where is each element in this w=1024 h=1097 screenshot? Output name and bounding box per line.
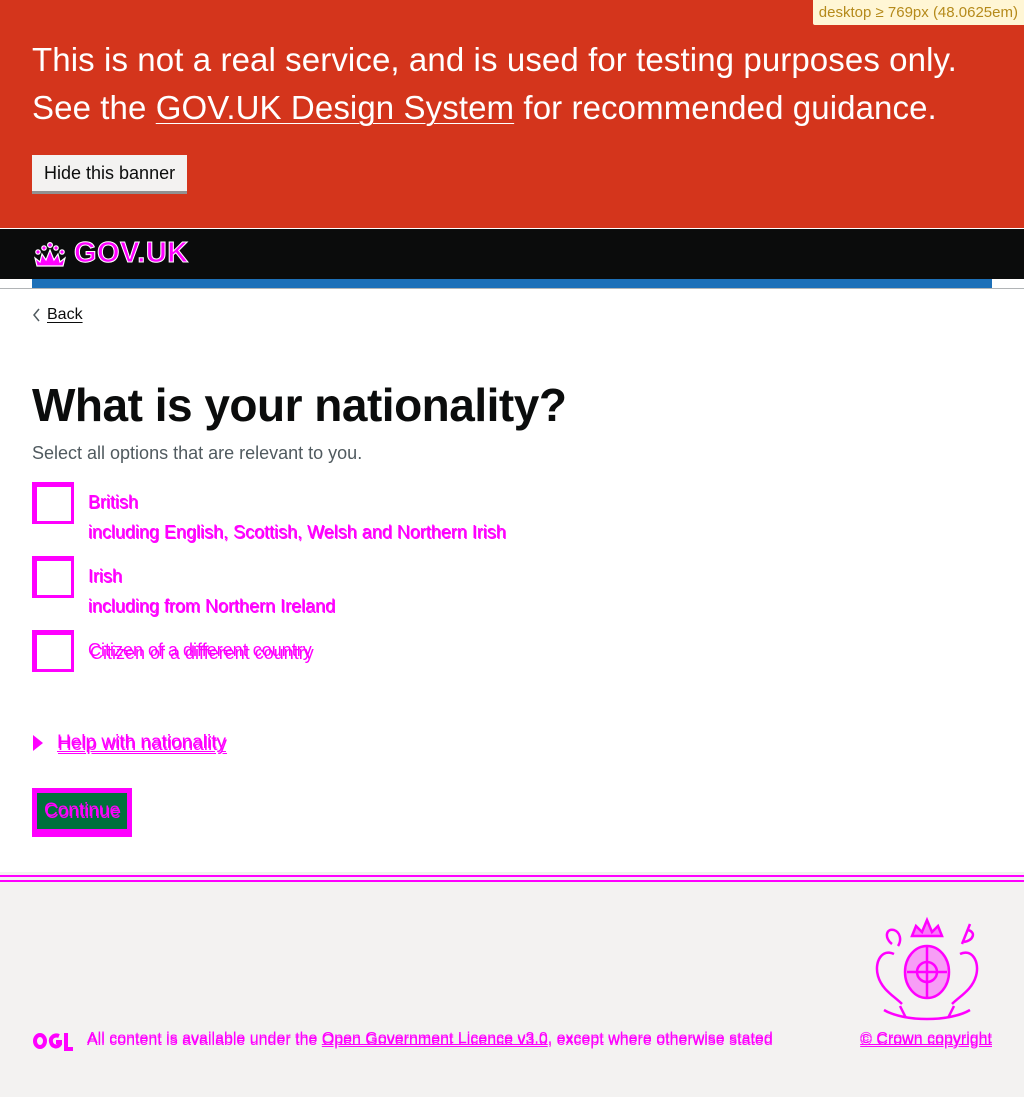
site-footer: All content is available under the Open … xyxy=(0,872,1024,1097)
nationality-help-details[interactable]: Help with nationality xyxy=(32,732,992,754)
licence-suffix: , except where otherwise stated xyxy=(547,1030,773,1047)
option-irish[interactable]: Irish including from Northern Ireland xyxy=(32,556,992,616)
header-blue-bar xyxy=(0,279,1024,290)
option-label: British xyxy=(88,492,139,512)
ogl-licence-link[interactable]: Open Government Licence v3.0 xyxy=(322,1030,548,1047)
option-hint: including English, Scottish, Welsh and N… xyxy=(88,522,506,542)
checkbox-other-country[interactable] xyxy=(32,630,74,672)
chevron-left-icon xyxy=(33,308,40,322)
licence-text: All content is available under the Open … xyxy=(87,1030,773,1048)
ogl-logo-icon xyxy=(33,1033,73,1051)
banner-line-2-prefix: See the xyxy=(32,89,156,126)
triangle-right-icon xyxy=(33,735,43,751)
banner-line-1: This is not a real service, and is used … xyxy=(32,41,957,78)
banner-line-2-suffix: for recommended guidance. xyxy=(514,89,937,126)
design-system-link[interactable]: GOV.UK Design System xyxy=(156,89,514,126)
footer-top-border xyxy=(0,872,1024,882)
royal-coat-of-arms-icon xyxy=(875,916,979,1021)
question-hint: Select all options that are relevant to … xyxy=(32,443,363,463)
option-british[interactable]: British including English, Scottish, Wel… xyxy=(32,482,992,542)
continue-button[interactable]: Continue xyxy=(32,788,133,837)
nationality-options: British including English, Scottish, Wel… xyxy=(32,482,992,674)
back-link[interactable]: Back xyxy=(32,306,83,324)
govuk-logo-link[interactable]: GOV.UK xyxy=(32,237,189,270)
checkbox-irish[interactable] xyxy=(32,556,74,598)
banner-text: This is not a real service, and is used … xyxy=(32,36,992,132)
option-other-country[interactable]: Citizen of a different country xyxy=(32,630,992,674)
site-header: GOV.UK xyxy=(0,228,1024,279)
back-link-label[interactable]: Back xyxy=(47,306,83,324)
breakpoint-badge: desktop ≥ 769px (48.0625em) xyxy=(812,0,1024,25)
option-hint: including from Northern Ireland xyxy=(88,596,336,616)
checkbox-british[interactable] xyxy=(32,482,74,524)
option-label: Irish xyxy=(88,566,123,586)
main-content: Back What is your nationality? Select al… xyxy=(0,290,1024,837)
option-label: Citizen of a different country xyxy=(88,640,312,660)
crown-icon xyxy=(33,241,67,267)
page-title: What is your nationality? xyxy=(32,379,567,431)
logo-text: GOV.UK xyxy=(74,237,189,270)
warning-banner: This is not a real service, and is used … xyxy=(0,0,1024,228)
crown-copyright-link[interactable]: © Crown copyright xyxy=(860,1030,992,1048)
licence-prefix: All content is available under the xyxy=(87,1030,322,1047)
details-summary[interactable]: Help with nationality xyxy=(57,732,226,754)
hide-banner-button[interactable]: Hide this banner xyxy=(32,155,188,191)
